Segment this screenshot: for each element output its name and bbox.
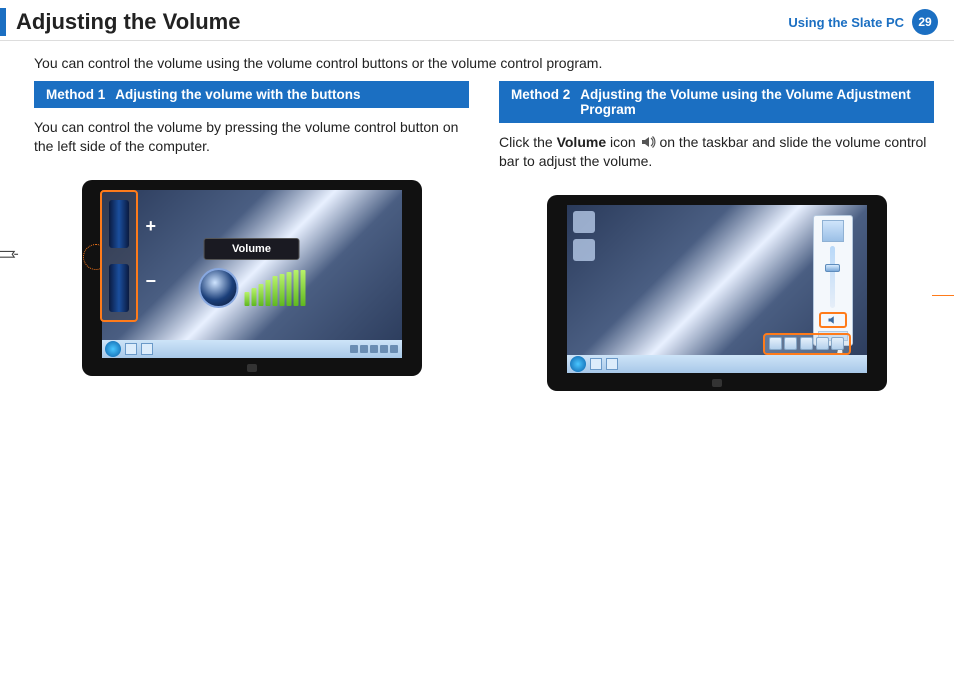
tablet-screen [567, 205, 867, 373]
start-button-icon [105, 341, 121, 357]
page-header: Adjusting the Volume Using the Slate PC … [0, 0, 954, 41]
callout-line [932, 295, 954, 296]
tablet-device [547, 195, 887, 391]
taskbar-app-icon [590, 358, 602, 370]
device-icon [822, 220, 844, 242]
content-columns: Method 1 Adjusting the volume with the b… [0, 81, 954, 391]
section-name: Using the Slate PC [788, 15, 904, 30]
method2-text: Click the Volume icon on the taskbar and… [499, 133, 934, 171]
tray-icon[interactable] [816, 337, 829, 350]
taskbar-app-icon [141, 343, 153, 355]
tray-icon[interactable] [784, 337, 797, 350]
text-fragment: Click the [499, 134, 557, 150]
mute-button[interactable] [819, 312, 847, 328]
plus-icon: + [146, 216, 157, 237]
volume-up-button[interactable] [109, 200, 129, 248]
volume-osd-label: Volume [203, 238, 300, 260]
method1-number: Method 1 [46, 87, 105, 102]
system-tray [350, 345, 402, 353]
volume-level-bars [244, 270, 305, 306]
page-title: Adjusting the Volume [16, 9, 788, 35]
minus-icon: − [146, 271, 157, 292]
volume-buttons-highlight: + − [100, 190, 138, 322]
home-button-icon [247, 364, 257, 372]
header-accent-bar [0, 8, 6, 36]
volume-slider[interactable] [830, 246, 835, 308]
pointing-hand-icon [0, 234, 20, 273]
method1-heading: Method 1 Adjusting the volume with the b… [34, 81, 469, 108]
volume-flyout-panel [813, 215, 853, 346]
method2-figure: Mute [499, 195, 934, 391]
page-number-badge: 29 [912, 9, 938, 35]
intro-text: You can control the volume using the vol… [0, 41, 954, 81]
speaker-small-icon [827, 314, 839, 326]
method1-column: Method 1 Adjusting the volume with the b… [34, 81, 469, 391]
tray-icon[interactable] [769, 337, 782, 350]
volume-osd-graphic [198, 268, 305, 308]
method2-title: Adjusting the Volume using the Volume Ad… [580, 87, 922, 117]
volume-slider-thumb[interactable] [825, 264, 840, 272]
text-fragment: icon [606, 134, 639, 150]
home-button-icon [712, 379, 722, 387]
start-button-icon [570, 356, 586, 372]
taskbar [567, 355, 867, 373]
taskbar-app-icon [125, 343, 137, 355]
text-bold: Volume [557, 134, 607, 150]
speaker-icon [198, 268, 238, 308]
taskbar [102, 340, 402, 358]
tray-volume-icon[interactable] [831, 337, 844, 350]
volume-down-button[interactable] [109, 264, 129, 312]
method2-column: Method 2 Adjusting the Volume using the … [499, 81, 934, 391]
volume-icon [640, 134, 656, 150]
method1-text: You can control the volume by pressing t… [34, 118, 469, 156]
tray-highlight [763, 333, 851, 355]
desktop-icons [573, 211, 595, 261]
method2-number: Method 2 [511, 87, 570, 117]
tray-icon[interactable] [800, 337, 813, 350]
tablet-device: + − Volume [82, 180, 422, 376]
method1-title: Adjusting the volume with the buttons [115, 87, 457, 102]
taskbar-app-icon [606, 358, 618, 370]
method2-heading: Method 2 Adjusting the Volume using the … [499, 81, 934, 123]
method1-figure: + − Volume [34, 180, 469, 376]
